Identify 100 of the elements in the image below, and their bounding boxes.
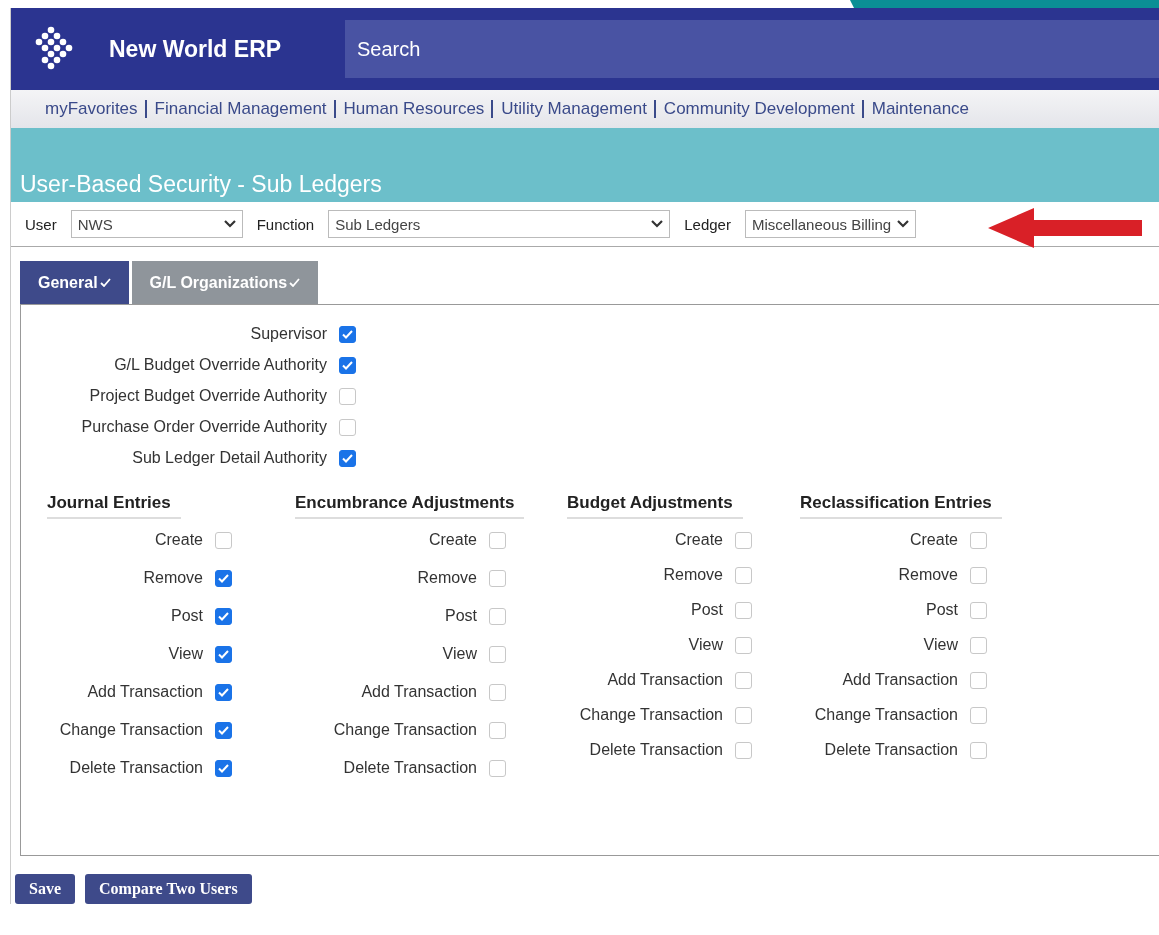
checkbox-label: Change Transaction: [578, 706, 723, 724]
checkbox[interactable]: [214, 531, 232, 549]
checkbox[interactable]: [734, 601, 752, 619]
checkbox[interactable]: [488, 531, 506, 549]
checkbox-label: Delete Transaction: [823, 741, 958, 759]
page-title: User-Based Security - Sub Ledgers: [20, 171, 382, 198]
checkmark-icon: [217, 573, 229, 583]
checkmark-icon: [289, 278, 301, 287]
checkbox[interactable]: [969, 741, 987, 759]
nav-link[interactable]: myFavorites: [45, 100, 138, 118]
checkbox[interactable]: [214, 607, 232, 625]
dropdown[interactable]: NWS: [70, 210, 243, 238]
checkbox[interactable]: [338, 387, 356, 405]
checkbox-label: Add Transaction: [606, 671, 723, 689]
app-name: New World ERP: [109, 35, 283, 63]
checkbox-label: View: [922, 636, 958, 654]
field-label: Function: [256, 215, 315, 233]
field-label: Ledger: [684, 215, 731, 233]
checkbox-label: Create: [908, 531, 958, 549]
checkbox[interactable]: [734, 671, 752, 689]
nav-link[interactable]: Human Resources: [333, 100, 485, 118]
checkbox[interactable]: [214, 759, 232, 777]
checkbox-label: Delete Transaction: [68, 759, 203, 777]
checkbox[interactable]: [734, 531, 752, 549]
checkmark-icon: [217, 649, 229, 659]
checkbox[interactable]: [488, 645, 506, 663]
checkbox-label: Create: [153, 531, 203, 549]
section-heading: Encumbrance Adjustments: [295, 493, 525, 519]
checkbox[interactable]: [969, 636, 987, 654]
checkbox[interactable]: [969, 531, 987, 549]
nav-link[interactable]: Financial Management: [144, 100, 327, 118]
checkbox-label: Remove: [416, 569, 477, 587]
checkmark-icon: [217, 725, 229, 735]
checkbox-label: Remove: [662, 566, 723, 584]
checkbox-label: Purchase Order Override Authority: [80, 418, 327, 436]
checkbox-label: Remove: [897, 566, 958, 584]
nav-link[interactable]: Maintenance: [861, 100, 970, 118]
checkbox[interactable]: [214, 645, 232, 663]
action-button[interactable]: Save: [15, 874, 75, 904]
checkbox-label: Post: [444, 607, 477, 625]
checkbox[interactable]: [969, 671, 987, 689]
checkmark-icon: [341, 329, 353, 339]
search-field[interactable]: Search: [345, 20, 1159, 78]
checkbox-label: Remove: [142, 569, 203, 587]
checkbox[interactable]: [488, 683, 506, 701]
checkmark-icon: [341, 360, 353, 370]
checkbox[interactable]: [214, 721, 232, 739]
checkbox-label: Change Transaction: [813, 706, 958, 724]
checkbox-label: Create: [427, 531, 477, 549]
checkmark-icon: [341, 453, 353, 463]
nav-link[interactable]: Community Development: [653, 100, 855, 118]
checkbox[interactable]: [488, 607, 506, 625]
checkmark-icon: [217, 687, 229, 697]
checkbox-label: Add Transaction: [360, 683, 477, 701]
checkbox[interactable]: [488, 721, 506, 739]
checkbox[interactable]: [734, 741, 752, 759]
checkbox[interactable]: [338, 449, 356, 467]
chevron-down-icon: [223, 220, 236, 228]
checkbox[interactable]: [214, 683, 232, 701]
checkbox[interactable]: [734, 566, 752, 584]
checkbox-label: View: [167, 645, 203, 663]
checkbox-label: Change Transaction: [332, 721, 477, 739]
checkbox-label: Add Transaction: [841, 671, 958, 689]
checkbox[interactable]: [338, 418, 356, 436]
chevron-down-icon: [897, 220, 910, 228]
checkbox-label: Post: [690, 601, 723, 619]
section-heading: Reclassification Entries: [800, 493, 1002, 519]
checkmark-icon: [217, 611, 229, 621]
section-heading: Budget Adjustments: [567, 493, 743, 519]
checkbox[interactable]: [969, 566, 987, 584]
checkbox[interactable]: [338, 325, 356, 343]
checkbox[interactable]: [488, 759, 506, 777]
checkbox[interactable]: [969, 706, 987, 724]
dropdown[interactable]: Sub Ledgers: [328, 210, 671, 238]
checkbox-label: Add Transaction: [86, 683, 203, 701]
checkmark-icon: [217, 763, 229, 773]
checkbox-label: Post: [170, 607, 203, 625]
checkbox-label: Create: [673, 531, 723, 549]
chevron-down-icon: [651, 220, 664, 228]
checkbox[interactable]: [214, 569, 232, 587]
checkbox[interactable]: [338, 356, 356, 374]
checkbox[interactable]: [734, 636, 752, 654]
checkbox[interactable]: [969, 601, 987, 619]
checkbox[interactable]: [734, 706, 752, 724]
tab[interactable]: General: [20, 261, 129, 304]
action-button[interactable]: Compare Two Users: [85, 874, 252, 904]
section-heading: Journal Entries: [47, 493, 181, 519]
checkbox-label: View: [687, 636, 723, 654]
field-label: User: [25, 215, 57, 233]
nav-link[interactable]: Utility Management: [491, 100, 647, 118]
checkbox-label: Post: [925, 601, 958, 619]
checkmark-icon: [99, 278, 111, 287]
checkbox[interactable]: [488, 569, 506, 587]
checkbox-label: Supervisor: [249, 325, 327, 343]
checkbox-label: Delete Transaction: [342, 759, 477, 777]
checkbox-label: G/L Budget Override Authority: [113, 356, 327, 374]
checkbox-label: Sub Ledger Detail Authority: [131, 449, 327, 467]
dropdown[interactable]: Miscellaneous Billing: [744, 210, 917, 238]
checkbox-label: Change Transaction: [58, 721, 203, 739]
checkbox-label: Project Budget Override Authority: [88, 387, 327, 405]
